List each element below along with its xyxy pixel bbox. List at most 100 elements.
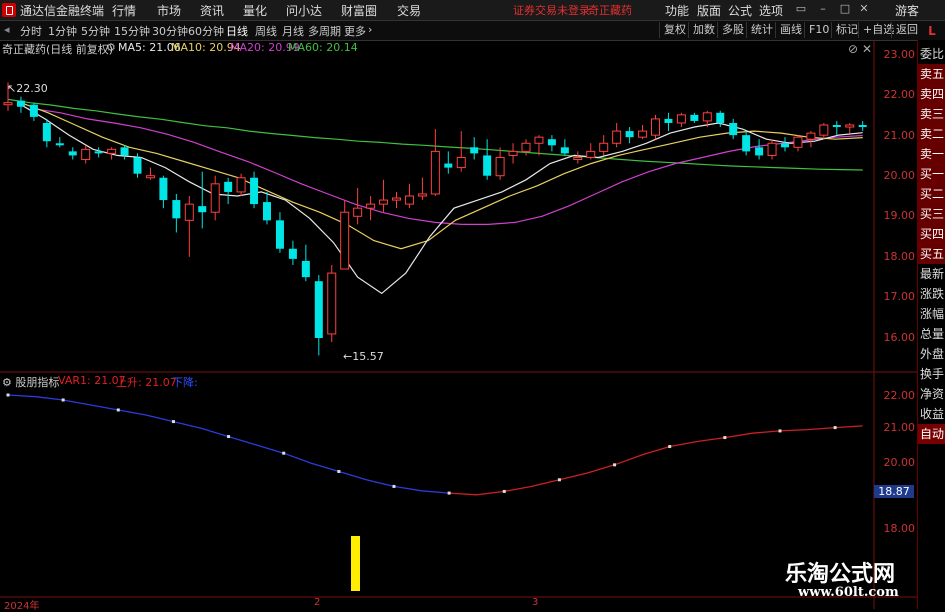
menu-item-xuanxiang[interactable]: 选项: [759, 2, 783, 19]
ma60-label: MA60: 20.14: [288, 41, 358, 54]
candle-body: [314, 281, 323, 338]
quote-sell5: 卖五: [918, 64, 945, 84]
indicator-up-line: [449, 425, 863, 496]
candle-body: [599, 142, 609, 152]
menu-item-gongshi[interactable]: 公式: [728, 2, 752, 19]
menu-item-caifuquan[interactable]: 财富圈: [341, 2, 377, 19]
minimize-bar-icon[interactable]: ▭: [794, 2, 808, 16]
quote-buy2: 买二: [918, 184, 945, 204]
y-tick: 18.00: [883, 250, 916, 263]
candle-body: [664, 118, 673, 123]
period-30min[interactable]: 30分钟: [152, 23, 188, 39]
tool-duogu[interactable]: 多股: [717, 22, 748, 38]
candle-body: [755, 147, 764, 156]
sub-y-tick: 18.00: [883, 522, 916, 535]
candle-body: [676, 114, 686, 124]
maximize-icon[interactable]: □: [838, 2, 852, 16]
candle-body: [327, 272, 337, 335]
candle-body: [301, 260, 310, 278]
period-monthly[interactable]: 月线: [282, 23, 304, 39]
indicator-dot: [116, 408, 120, 412]
period-15min[interactable]: 15分钟: [114, 23, 150, 39]
quote-earnings: 收益: [919, 407, 944, 421]
quote-volume: 总量: [919, 327, 944, 341]
tool-jiashu[interactable]: 加数: [688, 22, 719, 38]
trade-login-notice[interactable]: 证券交易未登录: [513, 2, 590, 18]
period-5min[interactable]: 5分钟: [81, 23, 110, 39]
high-price-value: 22.30: [16, 82, 48, 95]
menu-item-shichang[interactable]: 市场: [157, 2, 181, 19]
app-logo-icon: [2, 3, 16, 17]
signal-bar: [351, 536, 360, 591]
candle-body: [702, 112, 712, 122]
panel-toggle-L[interactable]: L: [918, 21, 945, 41]
candle-body: [172, 200, 181, 219]
period-fenshi[interactable]: 分时: [20, 23, 42, 39]
user-guest[interactable]: 游客: [895, 2, 919, 19]
candle-body: [120, 147, 129, 156]
period-60min[interactable]: 60分钟: [188, 23, 224, 39]
close-icon[interactable]: ✕: [857, 2, 871, 16]
sub-y-tick: 20.00: [883, 456, 916, 469]
quote-change-pct: 涨幅: [919, 307, 944, 321]
tool-f10[interactable]: F10: [804, 22, 833, 38]
expand-left-icon[interactable]: ◂: [4, 23, 10, 36]
candle-body: [275, 220, 284, 249]
indicator-name: 股朋指标: [15, 376, 60, 389]
candle-body: [236, 177, 246, 193]
chart-close-icon[interactable]: ✕: [862, 42, 872, 56]
auto-button[interactable]: 自动: [918, 424, 945, 444]
indicator-dot: [613, 463, 617, 467]
quote-buy3: 买三: [918, 204, 945, 224]
quote-side-panel: L 委比 卖五 卖四 卖三 卖二 卖一 买一 买二 买三 买四 买五 最新 涨跌…: [917, 24, 945, 609]
quote-buy4: 买四: [918, 224, 945, 244]
sub-settings-icon[interactable]: ⚙: [2, 376, 12, 389]
indicator-dot: [557, 478, 561, 482]
menu-item-zixun[interactable]: 资讯: [200, 2, 224, 19]
candle-body: [145, 175, 155, 179]
indicator-dot: [61, 398, 65, 402]
period-daily[interactable]: 日线: [226, 23, 248, 39]
period-more[interactable]: 更多: [344, 23, 366, 39]
candle-body: [392, 197, 401, 201]
y-tick: 23.00: [883, 48, 916, 61]
chevron-right-icon[interactable]: ›: [368, 23, 372, 36]
y-tick: 19.00: [883, 209, 916, 222]
period-weekly[interactable]: 周线: [255, 23, 277, 39]
y-tick: 16.00: [883, 331, 916, 344]
tool-tongji[interactable]: 统计: [746, 22, 777, 38]
high-price-label: ↖22.30: [7, 82, 48, 95]
tool-fuquan[interactable]: 复权: [659, 22, 690, 38]
candle-body: [55, 143, 64, 146]
menu-bar: 通达信金融终端 行情 市场 资讯 量化 问小达 财富圈 交易 证券交易未登录 奇…: [0, 0, 945, 21]
menu-item-gongneng[interactable]: 功能: [665, 2, 689, 19]
candle-body: [845, 124, 855, 128]
quote-change: 涨跌: [919, 287, 944, 301]
menu-item-jiaoyi[interactable]: 交易: [397, 2, 421, 19]
x-label: 2: [314, 597, 321, 608]
kline-chart[interactable]: [0, 40, 917, 609]
tool-huaxian[interactable]: 画线: [775, 22, 806, 38]
menu-item-lianghua[interactable]: 量化: [243, 2, 267, 19]
minimize-icon[interactable]: –: [816, 2, 830, 16]
candle-body: [404, 195, 414, 205]
period-multi[interactable]: 多周期: [308, 23, 341, 39]
candle-body: [456, 156, 466, 169]
quote-latest: 最新: [919, 267, 944, 281]
candle-body: [508, 150, 518, 156]
candle-body: [470, 147, 479, 154]
menu-item-hangqing[interactable]: 行情: [112, 2, 136, 19]
settings-gear-icon[interactable]: ⚙: [106, 41, 116, 54]
indicator-dot: [6, 393, 10, 397]
candle-body: [184, 203, 194, 221]
chart-zoom-icon[interactable]: ⊘: [848, 42, 858, 56]
candle-body: [444, 163, 453, 168]
candle-body: [42, 122, 51, 142]
candle-body: [547, 139, 556, 146]
period-1min[interactable]: 1分钟: [48, 23, 77, 39]
candle-body: [625, 131, 634, 138]
menu-item-wenxiaoda[interactable]: 问小达: [286, 2, 322, 19]
indicator-dot: [447, 491, 451, 495]
candle-body: [210, 183, 220, 213]
menu-item-banmian[interactable]: 版面: [697, 2, 721, 19]
